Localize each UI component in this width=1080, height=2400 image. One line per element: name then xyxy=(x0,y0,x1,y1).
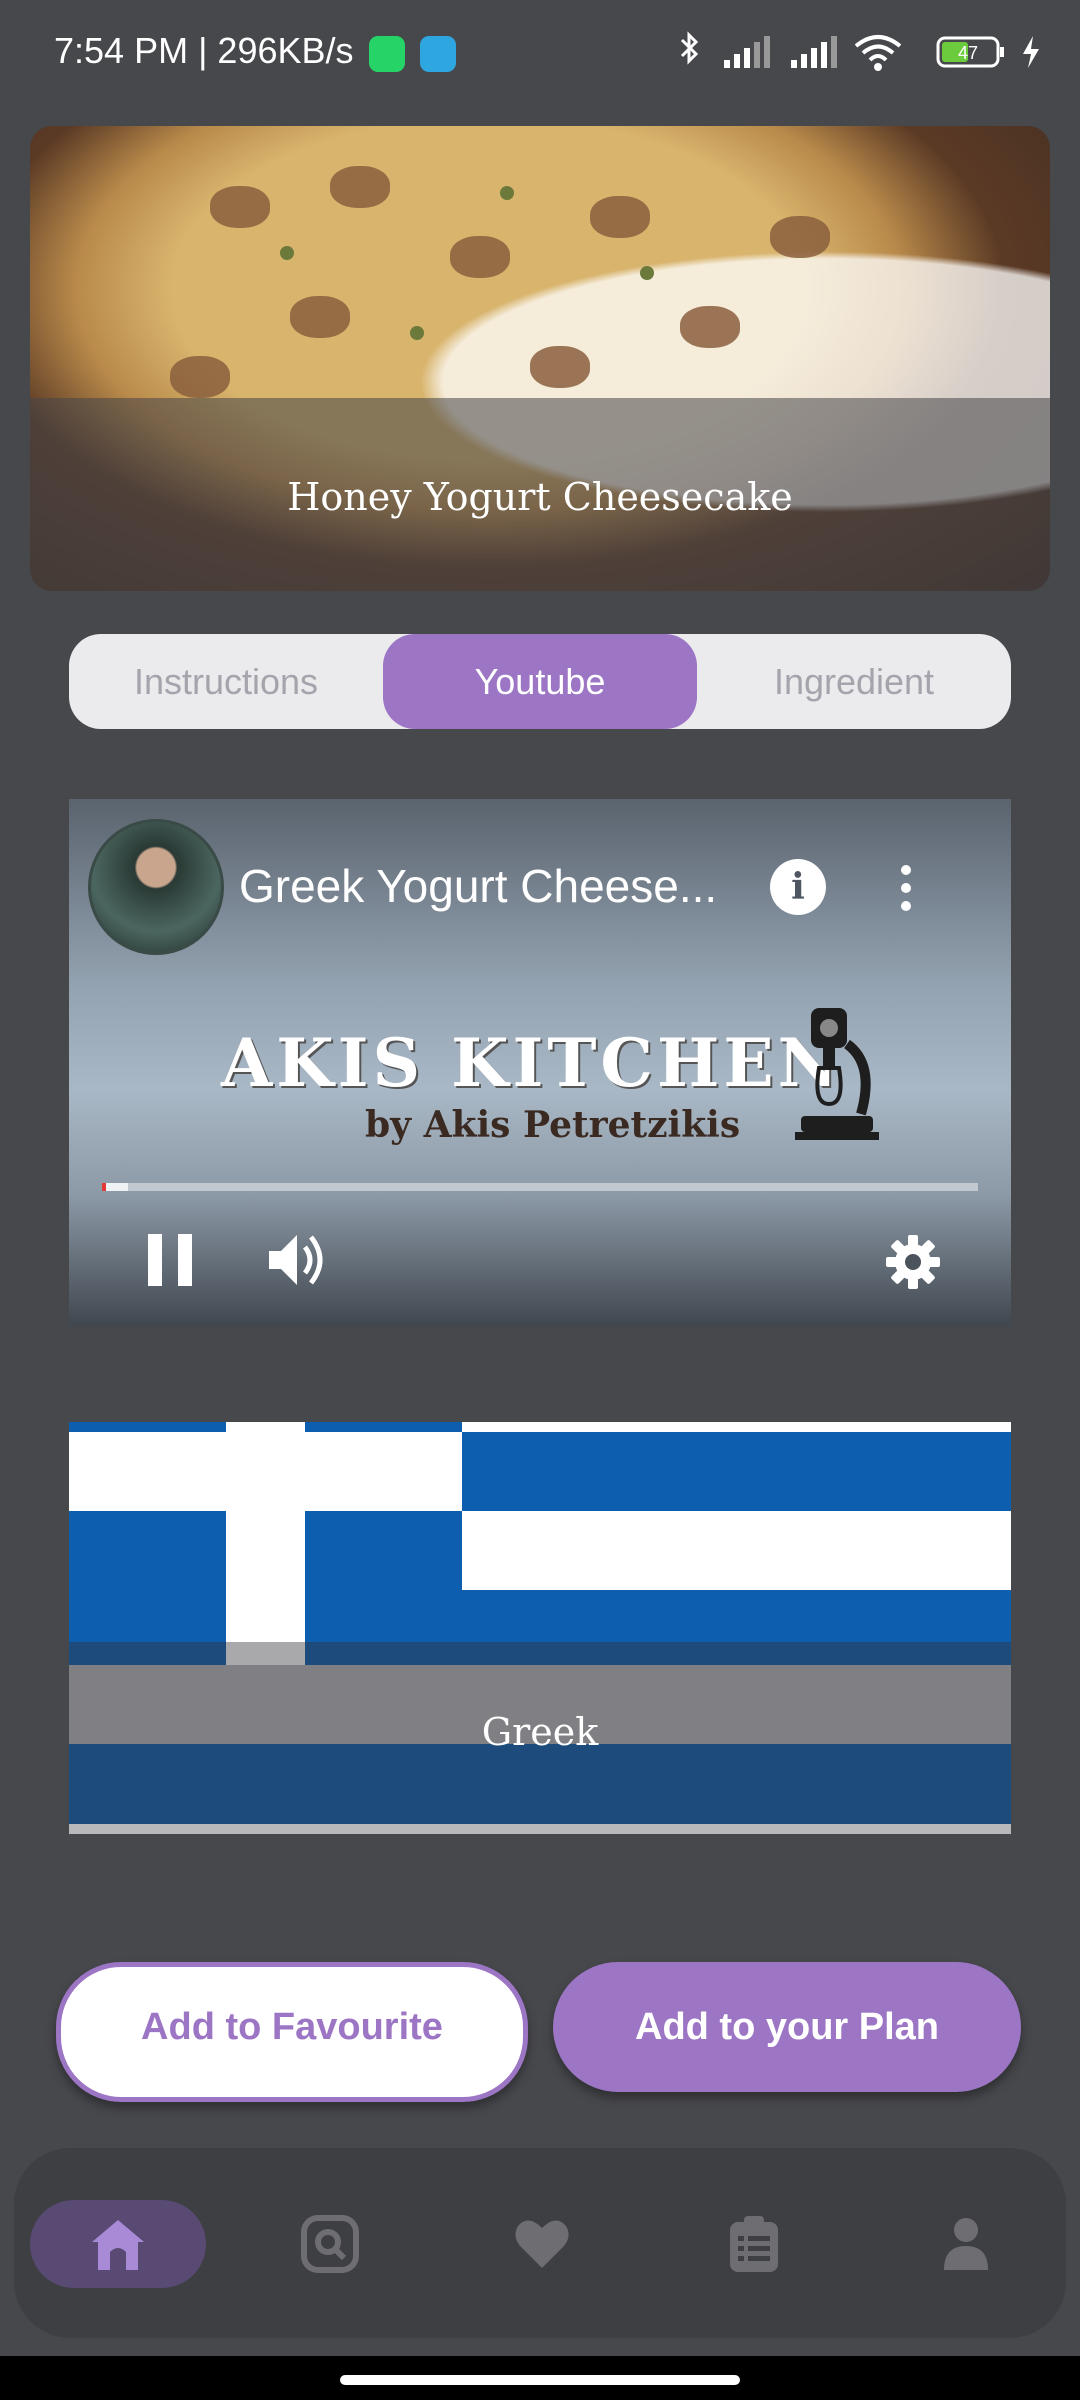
video-progress-bar[interactable] xyxy=(102,1183,978,1191)
status-time: 7:54 PM | 296KB/s xyxy=(54,30,354,71)
video-title[interactable]: Greek Yogurt Cheese... xyxy=(239,859,717,913)
settings-gear-icon[interactable] xyxy=(886,1235,940,1289)
charging-icon xyxy=(1023,36,1039,68)
volume-icon[interactable] xyxy=(265,1229,331,1291)
pause-icon[interactable] xyxy=(148,1234,192,1286)
whatsapp-icon xyxy=(369,36,405,72)
heart-icon xyxy=(515,2220,569,2268)
person-icon xyxy=(944,2218,988,2270)
telegram-icon xyxy=(420,36,456,72)
add-to-favourite-button[interactable]: Add to Favourite xyxy=(56,1962,528,2102)
recipe-hero-image: Honey Yogurt Cheesecake xyxy=(30,126,1050,591)
nav-profile[interactable] xyxy=(878,2200,1054,2288)
home-indicator[interactable] xyxy=(340,2375,740,2385)
cuisine-card[interactable]: Greek xyxy=(69,1422,1011,1834)
search-icon xyxy=(301,2215,359,2273)
battery-level: 47 xyxy=(958,43,978,63)
signal-icon-2 xyxy=(791,36,837,68)
nav-plan[interactable] xyxy=(666,2200,842,2288)
nav-search[interactable] xyxy=(242,2200,418,2288)
nav-home[interactable] xyxy=(30,2200,206,2288)
nav-favourites[interactable] xyxy=(454,2200,630,2288)
tab-ingredient[interactable]: Ingredient xyxy=(697,634,1011,729)
recipe-tabs: Instructions Youtube Ingredient xyxy=(69,634,1011,729)
channel-avatar[interactable] xyxy=(88,819,224,955)
home-icon xyxy=(92,2220,144,2270)
video-brand-text: AKIS KITCHEN xyxy=(221,1024,842,1102)
video-progress-fill xyxy=(102,1183,107,1191)
add-to-plan-button[interactable]: Add to your Plan xyxy=(553,1962,1021,2092)
battery-icon: 47 xyxy=(936,36,1004,68)
video-byline-text: by Akis Petretzikis xyxy=(365,1104,741,1146)
tab-youtube[interactable]: Youtube xyxy=(383,634,697,729)
bottom-navigation xyxy=(14,2148,1066,2338)
clipboard-list-icon xyxy=(730,2216,778,2272)
wifi-icon xyxy=(854,35,902,71)
tab-instructions[interactable]: Instructions xyxy=(69,634,383,729)
more-options-icon[interactable] xyxy=(901,865,913,915)
cuisine-label: Greek xyxy=(481,1710,599,1754)
youtube-player[interactable]: Greek Yogurt Cheese... i AKIS KITCHEN by… xyxy=(69,799,1011,1327)
info-icon[interactable]: i xyxy=(770,859,826,915)
status-bar: 7:54 PM | 296KB/s 47 xyxy=(0,0,1080,110)
mixer-logo-icon xyxy=(795,1008,879,1140)
signal-icon xyxy=(724,36,770,68)
bluetooth-icon xyxy=(680,31,699,65)
recipe-title: Honey Yogurt Cheesecake xyxy=(287,475,793,519)
